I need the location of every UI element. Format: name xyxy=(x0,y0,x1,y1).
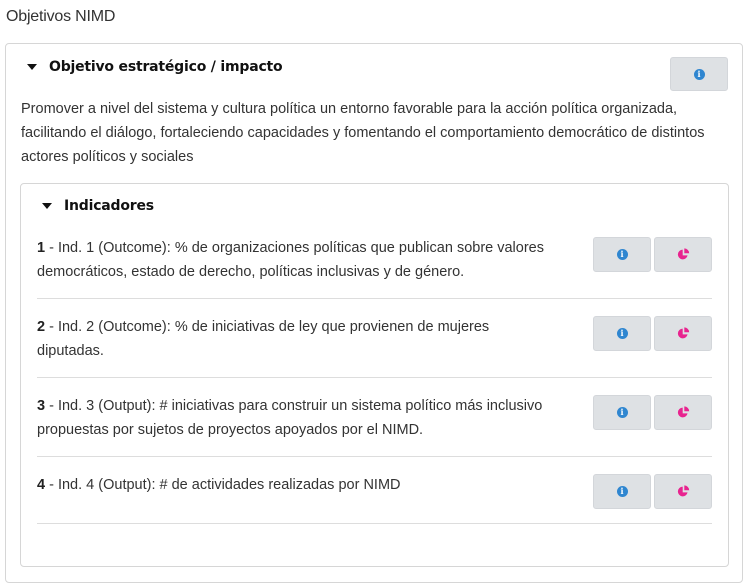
indicator-text: 2 - Ind. 2 (Outcome): % de iniciativas d… xyxy=(37,315,557,363)
indicator-description: - Ind. 1 (Outcome): % de organizaciones … xyxy=(37,240,544,280)
info-circle-icon: i xyxy=(616,407,628,418)
caret-down-icon xyxy=(27,64,37,70)
info-circle-icon: i xyxy=(616,328,628,339)
pie-chart-icon xyxy=(677,485,689,497)
indicator-description: - Ind. 4 (Output): # de actividades real… xyxy=(45,477,401,493)
pie-chart-icon xyxy=(677,327,689,339)
indicator-description: - Ind. 3 (Output): # iniciativas para co… xyxy=(37,398,543,438)
indicator-number: 1 xyxy=(37,240,46,256)
info-circle-icon: i xyxy=(693,68,705,80)
indicator-text: 3 - Ind. 3 (Output): # iniciativas para … xyxy=(37,394,557,442)
indicator-text: 1 - Ind. 1 (Outcome): % de organizacione… xyxy=(37,236,557,284)
indicator-3-chart-button[interactable] xyxy=(654,395,712,430)
indicator-2-info-button[interactable]: i xyxy=(593,316,651,351)
row-divider xyxy=(37,456,712,457)
objective-info-button[interactable]: i xyxy=(670,57,728,91)
indicator-text: 4 - Ind. 4 (Output): # de actividades re… xyxy=(37,473,557,497)
pie-chart-icon xyxy=(677,406,689,418)
indicator-1-chart-button[interactable] xyxy=(654,237,712,272)
indicators-heading: Indicadores xyxy=(64,198,154,214)
pie-chart-icon xyxy=(677,248,689,260)
row-divider xyxy=(37,523,712,524)
row-divider xyxy=(37,298,712,299)
indicator-number: 2 xyxy=(37,319,46,335)
indicator-number: 3 xyxy=(37,398,46,414)
indicator-4-info-button[interactable]: i xyxy=(593,474,651,509)
info-circle-icon: i xyxy=(616,249,628,260)
objective-heading: Objetivo estratégico / impacto xyxy=(49,59,283,75)
info-circle-icon: i xyxy=(616,486,628,497)
objective-toggle[interactable]: Objetivo estratégico / impacto xyxy=(27,59,283,75)
page-title: Objetivos NIMD xyxy=(6,8,116,25)
indicator-3-info-button[interactable]: i xyxy=(593,395,651,430)
indicator-description: - Ind. 2 (Outcome): % de iniciativas de … xyxy=(37,319,490,359)
indicator-number: 4 xyxy=(37,477,46,493)
indicator-4-chart-button[interactable] xyxy=(654,474,712,509)
objective-description: Promover a nivel del sistema y cultura p… xyxy=(21,101,705,165)
indicator-1-info-button[interactable]: i xyxy=(593,237,651,272)
indicator-2-chart-button[interactable] xyxy=(654,316,712,351)
indicators-toggle[interactable]: Indicadores xyxy=(42,198,154,214)
caret-down-icon xyxy=(42,203,52,209)
row-divider xyxy=(37,377,712,378)
